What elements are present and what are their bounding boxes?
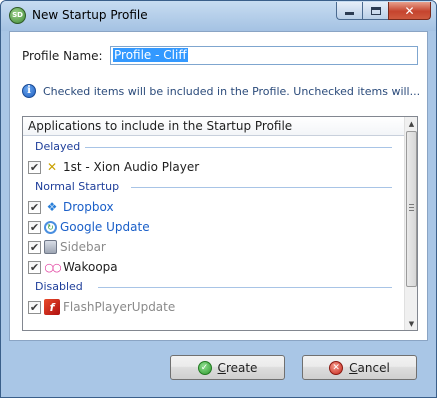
item-label: 1st - Xion Audio Player: [63, 160, 200, 174]
group-divider: [85, 147, 392, 148]
google-update-icon: ↻: [44, 220, 57, 234]
caption-buttons: ✕: [336, 2, 431, 20]
list-item[interactable]: ✔ ○○ Wakoopa: [23, 257, 404, 277]
applications-list[interactable]: Applications to include in the Startup P…: [22, 116, 418, 331]
close-button[interactable]: ✕: [388, 2, 431, 20]
item-checkbox[interactable]: ✔: [28, 300, 41, 314]
group-header: Delayed: [23, 137, 404, 157]
cancel-accel: C: [349, 360, 358, 375]
checkmark-icon: ✓: [197, 360, 212, 375]
cancel-button[interactable]: ✕ Cancel: [302, 355, 417, 380]
scroll-up-arrow-icon[interactable]: ▲: [405, 117, 418, 130]
item-label: Sidebar: [60, 240, 106, 254]
dropbox-icon: ❖: [46, 200, 58, 214]
title-bar[interactable]: SD New Startup Profile ✕: [1, 1, 436, 31]
item-label: Dropbox: [63, 200, 114, 214]
scroll-down-arrow-icon[interactable]: ▼: [405, 317, 418, 330]
scroll-thumb[interactable]: [406, 131, 417, 287]
profile-name-row: Profile Name: Profile - Cliff: [22, 46, 418, 65]
minimize-icon: [345, 12, 354, 15]
xion-icon: ✕: [46, 160, 58, 174]
create-button[interactable]: ✓ Create: [170, 355, 285, 380]
vertical-scrollbar[interactable]: ▲ ▼: [404, 117, 417, 330]
item-label: FlashPlayerUpdate: [63, 300, 176, 314]
app-icon: SD: [9, 7, 26, 24]
item-checkbox[interactable]: ✔: [28, 220, 41, 234]
close-icon: ✕: [404, 3, 415, 18]
profile-name-input[interactable]: Profile - Cliff: [110, 46, 418, 65]
group-divider: [98, 287, 392, 288]
list-item[interactable]: ✔ f FlashPlayerUpdate: [23, 297, 404, 317]
dialog-window: SD New Startup Profile ✕ Profile Name: P…: [0, 0, 437, 398]
dialog-content: Profile Name: Profile - Cliff i Checked …: [9, 31, 428, 341]
list-item[interactable]: ✔ ❖ Dropbox: [23, 197, 404, 217]
group-header: Normal Startup: [23, 177, 404, 197]
maximize-button[interactable]: [362, 2, 388, 20]
maximize-icon: [370, 6, 381, 15]
list-item[interactable]: ✔ ↻ Google Update: [23, 217, 404, 237]
dialog-footer: ✓ Create ✕ Cancel: [1, 342, 436, 397]
info-icon: i: [22, 84, 36, 98]
minimize-button[interactable]: [336, 2, 362, 20]
group-title: Normal Startup: [35, 180, 120, 193]
window-title: New Startup Profile: [32, 8, 148, 22]
info-row: i Checked items will be included in the …: [22, 84, 420, 98]
list-item[interactable]: ✔ Sidebar: [23, 237, 404, 257]
item-label: Wakoopa: [63, 260, 118, 274]
wakoopa-icon: ○○: [44, 260, 61, 274]
info-text: Checked items will be included in the Pr…: [43, 84, 421, 98]
group-title: Disabled: [35, 280, 83, 293]
grip-icon: [409, 204, 414, 211]
flash-icon: f: [44, 299, 60, 315]
sidebar-icon: [44, 240, 57, 254]
group-divider: [131, 187, 392, 188]
create-label: reate: [225, 360, 258, 375]
item-checkbox[interactable]: ✔: [28, 200, 41, 214]
cancel-icon: ✕: [329, 360, 344, 375]
list-item[interactable]: ✔ ✕ 1st - Xion Audio Player: [23, 157, 404, 177]
profile-name-value: Profile - Cliff: [113, 48, 188, 62]
create-accel: C: [217, 360, 226, 375]
profile-name-label: Profile Name:: [22, 48, 103, 63]
group-header: Disabled: [23, 277, 404, 297]
list-header: Applications to include in the Startup P…: [23, 117, 404, 136]
item-checkbox[interactable]: ✔: [28, 260, 41, 274]
cancel-label: ancel: [357, 360, 390, 375]
item-checkbox[interactable]: ✔: [28, 160, 41, 174]
item-label: Google Update: [60, 220, 150, 234]
group-title: Delayed: [35, 140, 81, 153]
item-checkbox[interactable]: ✔: [28, 240, 41, 254]
list-body: Delayed ✔ ✕ 1st - Xion Audio Player Normal S…: [23, 137, 404, 317]
